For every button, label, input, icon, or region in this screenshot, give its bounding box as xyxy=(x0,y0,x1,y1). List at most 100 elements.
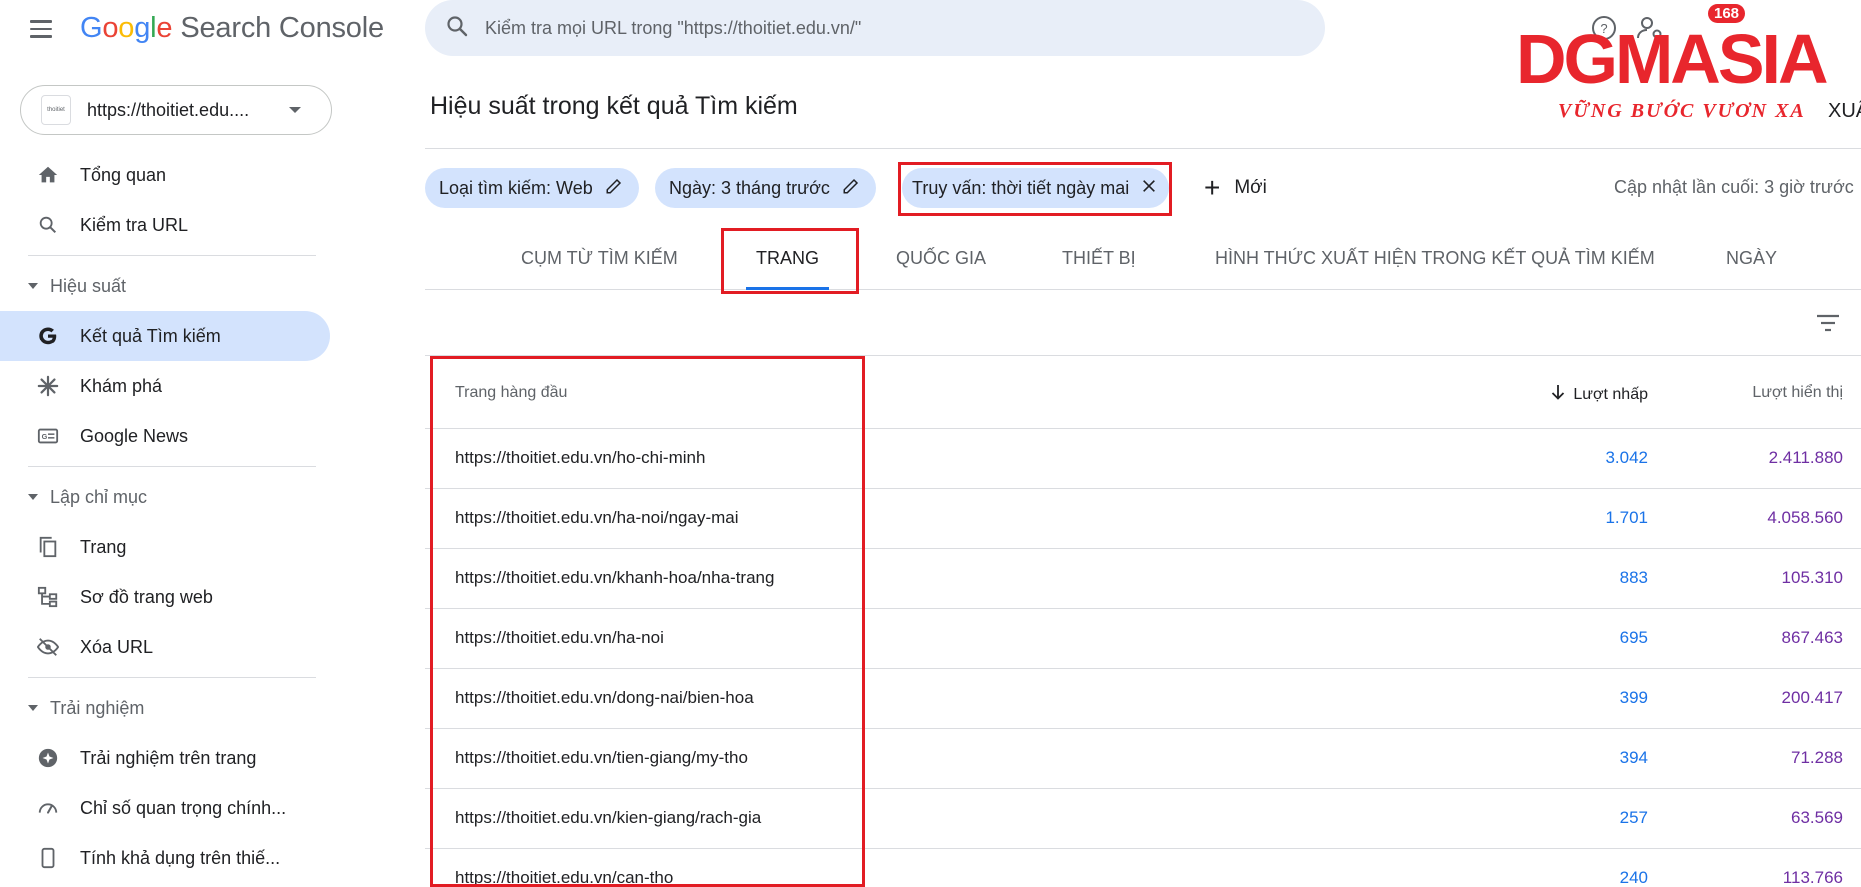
sidebar-divider xyxy=(28,466,316,467)
sidebar-item-label: Trải nghiệm trên trang xyxy=(80,747,257,768)
collapse-triangle-icon xyxy=(28,283,38,289)
sidebar-item-mobile-usability[interactable]: Tính khả dụng trên thiế... xyxy=(0,833,330,883)
page-url[interactable]: https://thoitiet.edu.vn/can-tho xyxy=(455,868,673,887)
filter-chip-query[interactable]: Truy vấn: thời tiết ngày mai xyxy=(902,168,1170,208)
clicks-value: 257 xyxy=(1619,808,1648,827)
table-row[interactable]: https://thoitiet.edu.vn/tien-giang/my-th… xyxy=(425,729,1861,789)
page-url[interactable]: https://thoitiet.edu.vn/ha-noi xyxy=(455,628,664,648)
table-filter-bar xyxy=(425,290,1861,356)
brand-slogan: VỮNG BƯỚC VƯƠN XA xyxy=(1558,100,1806,122)
sidebar-item-sitemaps[interactable]: Sơ đồ trang web xyxy=(0,572,330,622)
sort-arrow-down-icon xyxy=(1551,384,1565,405)
search-console-logo[interactable]: Google Search Console xyxy=(80,12,384,45)
plus-circle-icon xyxy=(36,746,60,770)
impressions-value: 71.288 xyxy=(1791,748,1843,767)
asterisk-icon xyxy=(36,374,60,398)
sidebar-item-label: Tổng quan xyxy=(80,164,167,185)
eye-off-icon xyxy=(36,635,60,659)
export-button-cut[interactable]: XUẤ xyxy=(1828,100,1861,123)
column-header-page[interactable]: Trang hàng đầu xyxy=(455,384,567,402)
edit-pencil-icon[interactable] xyxy=(830,177,860,200)
property-selector[interactable]: thoitiet https://thoitiet.edu.... xyxy=(20,85,332,135)
filter-chip-search-type[interactable]: Loại tìm kiếm: Web xyxy=(425,168,639,208)
clicks-value: 1.701 xyxy=(1605,508,1648,527)
chip-label: Truy vấn: thời tiết ngày mai xyxy=(912,177,1130,198)
clicks-value: 240 xyxy=(1619,868,1648,887)
site-favicon: thoitiet xyxy=(41,95,71,125)
close-icon[interactable] xyxy=(1129,178,1157,199)
table-header: Trang hàng đầu Lượt nhấp Lượt hiển thị xyxy=(425,356,1861,429)
table-row[interactable]: https://thoitiet.edu.vn/ha-noi/ngay-mai 1… xyxy=(425,489,1861,549)
table-row[interactable]: https://thoitiet.edu.vn/ho-chi-minh 3.042… xyxy=(425,429,1861,489)
sidebar-item-pages[interactable]: Trang xyxy=(0,522,330,572)
search-input[interactable] xyxy=(485,17,1285,39)
table-row[interactable]: https://thoitiet.edu.vn/can-tho 240 113.76… xyxy=(425,849,1861,887)
impressions-value: 200.417 xyxy=(1781,688,1843,707)
google-g-icon xyxy=(36,324,60,348)
filter-chip-date[interactable]: Ngày: 3 tháng trước xyxy=(655,168,876,208)
impressions-value: 2.411.880 xyxy=(1768,448,1843,467)
clicks-value: 3.042 xyxy=(1605,448,1648,467)
sidebar-item-label: Kết quả Tìm kiếm xyxy=(80,325,221,346)
sidebar-item-url-inspection[interactable]: Kiểm tra URL xyxy=(0,200,330,250)
sidebar-section-performance[interactable]: Hiệu suất xyxy=(0,261,330,311)
page-url[interactable]: https://thoitiet.edu.vn/ha-noi/ngay-mai xyxy=(455,508,739,528)
search-icon[interactable] xyxy=(445,14,469,43)
sidebar-item-overview[interactable]: Tổng quan xyxy=(0,150,330,200)
add-filter-button[interactable]: + Mới xyxy=(1204,168,1267,208)
sidebar-item-removals[interactable]: Xóa URL xyxy=(0,622,330,672)
page-url[interactable]: https://thoitiet.edu.vn/dong-nai/bien-ho… xyxy=(455,688,754,708)
table-row[interactable]: https://thoitiet.edu.vn/ha-noi 695 867.463 xyxy=(425,609,1861,669)
tab-pages[interactable]: TRANG xyxy=(746,238,829,290)
clicks-value: 883 xyxy=(1619,568,1648,587)
logo-letter: e xyxy=(156,12,173,44)
dgmasia-watermark: DGMASIA 168 VỮNG BƯỚC VƯƠN XA XUẤ xyxy=(1512,4,1861,124)
add-filter-label: Mới xyxy=(1234,177,1267,198)
sidebar-divider xyxy=(28,255,316,256)
edit-pencil-icon[interactable] xyxy=(593,177,623,200)
sidebar: Tổng quan Kiểm tra URL Hiệu suất Kết quả… xyxy=(0,150,330,883)
section-label: Trải nghiệm xyxy=(50,697,145,718)
section-label: Hiệu suất xyxy=(50,275,127,296)
sidebar-item-discover[interactable]: Khám phá xyxy=(0,361,330,411)
sidebar-item-search-results[interactable]: Kết quả Tìm kiếm xyxy=(0,311,330,361)
clicks-value: 394 xyxy=(1619,748,1648,767)
filter-rows-icon[interactable] xyxy=(1815,312,1841,339)
main-menu-button[interactable] xyxy=(30,14,60,44)
sidebar-item-label: Chỉ số quan trọng chính... xyxy=(80,797,287,818)
tab-countries[interactable]: QUỐC GIA xyxy=(896,238,986,290)
mobile-icon xyxy=(36,846,60,870)
column-header-clicks[interactable]: Lượt nhấp xyxy=(1551,384,1648,405)
property-url: https://thoitiet.edu.... xyxy=(87,99,250,120)
logo-letter: G xyxy=(80,12,103,44)
sidebar-item-label: Google News xyxy=(80,425,189,446)
sidebar-section-experience[interactable]: Trải nghiệm xyxy=(0,683,330,733)
page-url[interactable]: https://thoitiet.edu.vn/khanh-hoa/nha-tr… xyxy=(455,568,774,588)
sidebar-item-label: Xóa URL xyxy=(80,636,154,657)
sidebar-section-indexing[interactable]: Lập chỉ mục xyxy=(0,472,330,522)
column-header-impressions[interactable]: Lượt hiển thị xyxy=(1752,384,1843,402)
table-row[interactable]: https://thoitiet.edu.vn/kien-giang/rach-… xyxy=(425,789,1861,849)
clicks-value: 399 xyxy=(1619,688,1648,707)
table-row[interactable]: https://thoitiet.edu.vn/khanh-hoa/nha-tr… xyxy=(425,549,1861,609)
page-url[interactable]: https://thoitiet.edu.vn/kien-giang/rach-… xyxy=(455,808,761,828)
home-icon xyxy=(36,163,60,187)
sidebar-item-page-experience[interactable]: Trải nghiệm trên trang xyxy=(0,733,330,783)
pages-icon xyxy=(36,535,60,559)
tab-dates[interactable]: NGÀY xyxy=(1726,238,1777,290)
chip-label: Loại tìm kiếm: Web xyxy=(439,177,593,198)
impressions-value: 113.766 xyxy=(1782,868,1843,887)
sidebar-item-label: Khám phá xyxy=(80,375,163,396)
page-url[interactable]: https://thoitiet.edu.vn/ho-chi-minh xyxy=(455,448,705,468)
tab-queries[interactable]: CỤM TỪ TÌM KIẾM xyxy=(521,238,678,290)
top-pages-table: Trang hàng đầu Lượt nhấp Lượt hiển thị h… xyxy=(425,356,1861,887)
last-updated-text: Cập nhật lần cuối: 3 giờ trước xyxy=(1614,177,1854,197)
product-name: Search Console xyxy=(180,12,384,44)
sidebar-item-google-news[interactable]: G Google News xyxy=(0,411,330,461)
tab-devices[interactable]: THIẾT BỊ xyxy=(1062,238,1136,290)
tab-search-appearance[interactable]: HÌNH THỨC XUẤT HIỆN TRONG KẾT QUẢ TÌM KI… xyxy=(1215,238,1655,290)
sidebar-item-label: Tính khả dụng trên thiế... xyxy=(80,847,281,868)
sidebar-item-core-web-vitals[interactable]: Chỉ số quan trọng chính... xyxy=(0,783,330,833)
page-url[interactable]: https://thoitiet.edu.vn/tien-giang/my-th… xyxy=(455,748,748,768)
table-row[interactable]: https://thoitiet.edu.vn/dong-nai/bien-ho… xyxy=(425,669,1861,729)
